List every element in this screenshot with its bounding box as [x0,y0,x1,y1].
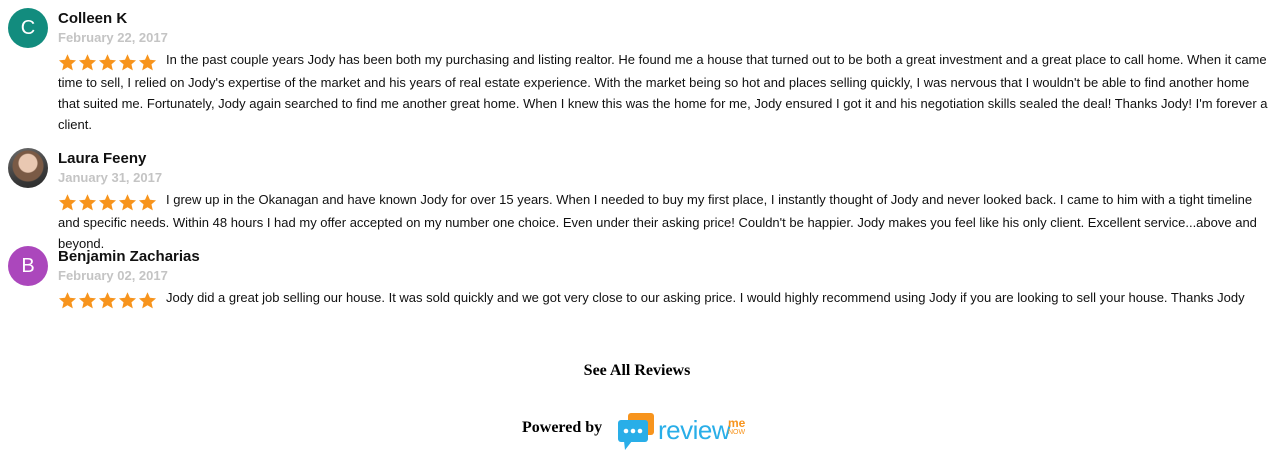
star-icon [58,292,77,309]
review-date: January 31, 2017 [58,170,163,185]
avatar: C [8,8,48,48]
review-body: In the past couple years Jody has been b… [58,49,1272,135]
reviewer-name: Benjamin Zacharias [58,248,200,265]
review-date: February 02, 2017 [58,268,168,283]
star-rating [58,193,158,212]
review-text: In the past couple years Jody has been b… [58,52,1268,132]
reviewer-name: Colleen K [58,10,128,27]
avatar: B [8,246,48,286]
star-icon [98,54,117,71]
review-body: I grew up in the Okanagan and have known… [58,189,1272,254]
review-date: February 22, 2017 [58,30,168,45]
star-icon [58,54,77,71]
star-icon [78,292,97,309]
star-icon [138,292,157,309]
review-text: Jody did a great job selling our house. … [166,290,1245,305]
see-all-reviews-link[interactable]: See All Reviews [0,362,1274,380]
powered-by-label: Powered by [522,419,603,436]
chat-bubble-icon [618,413,654,450]
review-body: Jody did a great job selling our house. … [58,287,1272,310]
star-icon [78,54,97,71]
star-icon [78,194,97,211]
star-icon [58,194,77,211]
star-icon [118,54,137,71]
reviewmenow-logo[interactable]: review me NOW [616,412,756,454]
reviewer-name: Laura Feeny [58,150,147,167]
star-icon [98,292,117,309]
star-rating [58,53,158,72]
star-icon [118,292,137,309]
star-rating [58,291,158,310]
review-text: I grew up in the Okanagan and have known… [58,192,1257,251]
star-icon [138,194,157,211]
logo-now: NOW [728,429,746,436]
star-icon [118,194,137,211]
star-icon [98,194,117,211]
avatar [8,148,48,188]
logo-wordmark: review [658,415,731,445]
logo-me: me [728,416,746,430]
star-icon [138,54,157,71]
